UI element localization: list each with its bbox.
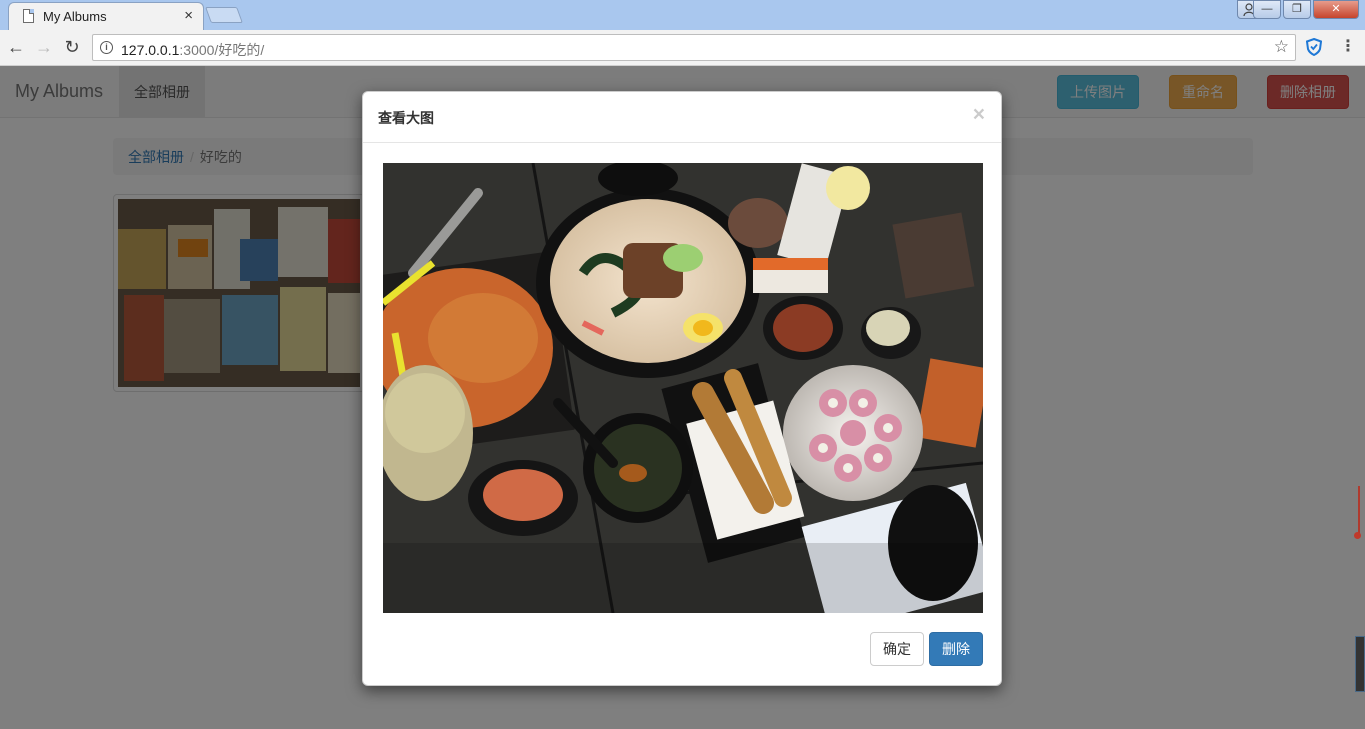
window-controls: — ❐ ✕ [1253, 0, 1359, 20]
new-tab-button[interactable] [205, 7, 243, 23]
maximize-button[interactable]: ❐ [1283, 0, 1311, 19]
menu-icon[interactable]: ⋮ [1340, 37, 1356, 57]
confirm-button[interactable]: 确定 [870, 632, 924, 666]
forward-icon[interactable]: → [34, 37, 54, 57]
browser-tab[interactable]: My Albums × [8, 2, 204, 30]
tab-close-icon[interactable]: × [184, 7, 193, 25]
reload-icon[interactable]: ↻ [62, 37, 82, 57]
close-icon[interactable]: × [973, 103, 985, 127]
info-icon[interactable]: i [100, 41, 113, 54]
delete-image-button[interactable]: 删除 [929, 632, 983, 666]
view-image-modal: 查看大图 × 确定 删除 [362, 91, 1002, 686]
minimize-button[interactable]: — [1253, 0, 1281, 19]
url-text[interactable]: 127.0.0.1:3000/好吃的/ [121, 40, 264, 60]
browser-toolbar: ← → ↻ i 127.0.0.1:3000/好吃的/ ☆ ⋮ [0, 30, 1365, 66]
side-widget [1355, 636, 1365, 692]
window-close-button[interactable]: ✕ [1313, 0, 1359, 19]
tab-title: My Albums [43, 9, 107, 24]
back-icon[interactable]: ← [6, 37, 26, 57]
address-bar[interactable]: i 127.0.0.1:3000/好吃的/ ☆ [92, 34, 1296, 61]
url-host: 127.0.0.1 [121, 42, 180, 58]
modal-body [383, 163, 983, 613]
star-icon[interactable]: ☆ [1274, 37, 1289, 57]
url-path: :3000/好吃的/ [179, 42, 265, 58]
modal-footer: 确定 删除 [363, 632, 1001, 686]
large-food-image [383, 163, 983, 613]
modal-header: 查看大图 × [363, 92, 1001, 143]
modal-title: 查看大图 [378, 110, 434, 126]
shield-icon[interactable] [1306, 38, 1322, 56]
side-slider-handle[interactable] [1354, 486, 1361, 539]
browser-titlebar: My Albums × — ❐ ✕ [0, 0, 1365, 30]
page-icon [23, 9, 34, 23]
